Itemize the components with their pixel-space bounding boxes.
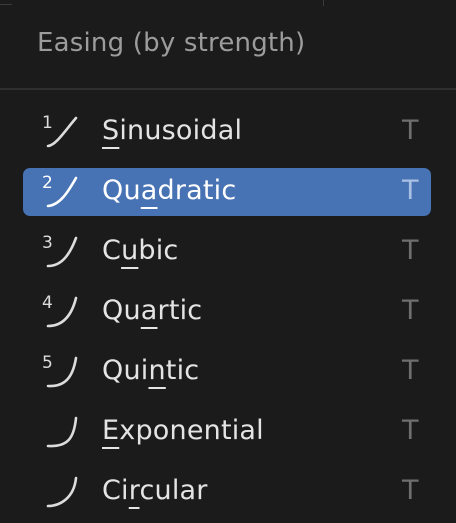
menu-item-label: Circular — [102, 475, 208, 506]
mnemonic-letter: E — [102, 415, 120, 446]
mnemonic-letter: a — [140, 175, 158, 206]
shortcut-hint: T — [402, 415, 419, 446]
shortcut-hint: T — [402, 355, 419, 386]
ease-quart-icon: 4 — [40, 292, 84, 332]
ease-expo-icon — [40, 412, 84, 452]
shortcut-hint: T — [402, 475, 419, 506]
menu-item-label: Cubic — [102, 235, 179, 266]
ease-quad-icon: 2 — [40, 172, 84, 212]
icon-number: 2 — [42, 173, 53, 193]
icon-number: 4 — [42, 293, 53, 313]
ease-sine-icon: 1 — [40, 112, 84, 152]
menu-item-label: Quartic — [102, 295, 203, 326]
menu-title: Easing (by strength) — [37, 28, 306, 58]
icon-number: 5 — [42, 353, 53, 373]
shortcut-hint: T — [402, 295, 419, 326]
mnemonic-letter: S — [102, 115, 120, 146]
edge-tick — [323, 0, 324, 6]
mnemonic-letter: n — [148, 355, 166, 386]
shortcut-hint: T — [402, 175, 419, 206]
menu-item-label: Exponential — [102, 415, 264, 446]
mnemonic-letter: a — [140, 295, 158, 326]
edge-tick — [0, 4, 12, 5]
menu-divider — [0, 88, 456, 90]
menu-item-exponential[interactable]: Exponential T — [0, 402, 456, 462]
easing-menu: Easing (by strength) 1 Sinusoidal T 2 Quadra… — [0, 0, 456, 523]
icon-number: 3 — [42, 233, 53, 253]
shortcut-hint: T — [402, 115, 419, 146]
icon-number: 1 — [42, 113, 53, 133]
ease-cubic-icon: 3 — [40, 232, 84, 272]
menu-item-cubic[interactable]: 3 Cubic T — [0, 222, 456, 282]
menu-items: 1 Sinusoidal T 2 Quadratic T 3 Cubic T 4 Quartic T 5… — [0, 102, 456, 522]
menu-item-label: Quintic — [102, 355, 200, 386]
menu-item-label: Quadratic — [102, 175, 237, 206]
mnemonic-letter: r — [128, 475, 140, 506]
ease-quint-icon: 5 — [40, 352, 84, 392]
menu-item-circular[interactable]: Circular T — [0, 462, 456, 522]
menu-item-label: Sinusoidal — [102, 115, 243, 146]
menu-item-quintic[interactable]: 5 Quintic T — [0, 342, 456, 402]
menu-top-edge — [0, 0, 456, 6]
menu-item-quadratic[interactable]: 2 Quadratic T — [0, 162, 456, 222]
ease-circ-icon — [40, 472, 84, 512]
menu-item-quartic[interactable]: 4 Quartic T — [0, 282, 456, 342]
mnemonic-letter: u — [121, 235, 139, 266]
menu-item-sinusoidal[interactable]: 1 Sinusoidal T — [0, 102, 456, 162]
shortcut-hint: T — [402, 235, 419, 266]
